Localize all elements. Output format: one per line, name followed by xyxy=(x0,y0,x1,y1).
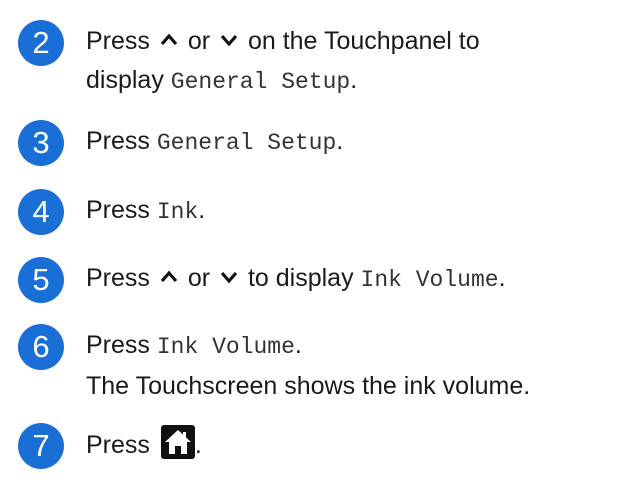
step-number-badge: 7 xyxy=(18,423,64,469)
step-text: Press or on the Touchpanel to display Ge… xyxy=(86,27,480,95)
chevron-down-icon xyxy=(218,29,240,51)
step-text: Press Ink Volume. The Touchscreen shows … xyxy=(86,331,531,400)
step-text: Press . xyxy=(86,425,202,465)
home-icon xyxy=(160,425,195,459)
menu-option-text: General Setup xyxy=(170,69,351,95)
step-number-badge: 6 xyxy=(18,324,64,370)
step-number-badge: 2 xyxy=(18,20,64,66)
step-text: Press General Setup. xyxy=(86,127,344,156)
step-text: Press or to display Ink Volume. xyxy=(86,264,506,293)
menu-option-text: Ink xyxy=(156,199,199,225)
menu-option-text: Ink Volume xyxy=(156,334,295,360)
menu-option-text: Ink Volume xyxy=(360,267,499,293)
step-number-badge: 4 xyxy=(18,189,64,235)
menu-option-text: General Setup xyxy=(156,130,337,156)
step-number-badge: 3 xyxy=(18,120,64,166)
step-text: Press Ink. xyxy=(86,196,206,225)
chevron-up-icon xyxy=(158,29,180,51)
chevron-up-icon xyxy=(158,266,180,288)
chevron-down-icon xyxy=(218,266,240,288)
step-number-badge: 5 xyxy=(18,257,64,303)
